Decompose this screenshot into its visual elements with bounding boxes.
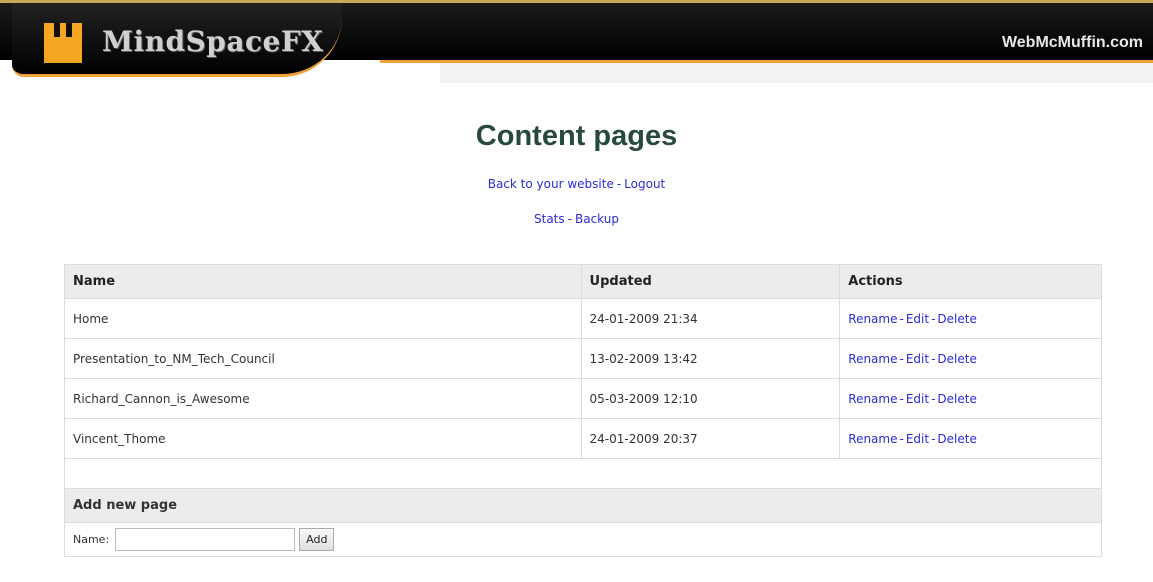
action-separator: - [899,431,904,446]
column-header-name: Name [64,264,582,299]
add-button[interactable]: Add [299,528,335,551]
action-separator: - [899,351,904,366]
page-name-cell: Vincent_Thome [64,418,582,459]
updated-cell: 13-02-2009 13:42 [580,338,841,379]
page-name-cell: Home [64,298,582,339]
delete-link[interactable]: Delete [937,352,976,366]
delete-link[interactable]: Delete [937,432,976,446]
rename-link[interactable]: Rename [848,392,897,406]
updated-cell: 24-01-2009 20:37 [580,418,841,459]
back-to-website-link[interactable]: Back to your website [488,177,614,191]
nav-links-primary: Back to your website - Logout [0,177,1153,191]
action-separator: - [899,311,904,326]
column-header-actions: Actions [839,264,1102,299]
updated-cell: 05-03-2009 12:10 [580,378,841,419]
name-label: Name: [73,533,110,546]
logo-text: MindSpaceFX [102,25,324,58]
nav-separator: - [616,177,622,191]
spacer-row [64,458,1102,489]
page-name-input[interactable] [115,528,296,551]
stats-link[interactable]: Stats [534,212,565,226]
delete-link[interactable]: Delete [937,312,976,326]
add-page-form-row: Name: Add [64,522,1102,557]
actions-cell: Rename - Edit - Delete [839,418,1102,459]
logo-tab[interactable]: MindSpaceFX [12,3,342,77]
edit-link[interactable]: Edit [906,312,929,326]
logout-link[interactable]: Logout [624,177,665,191]
rename-link[interactable]: Rename [848,312,897,326]
delete-link[interactable]: Delete [937,392,976,406]
add-page-heading: Add new page [64,488,1102,523]
table-row: Presentation_to_NM_Tech_Council 13-02-20… [64,338,1102,379]
add-page-form: Name: Add [64,522,1102,557]
action-separator: - [899,391,904,406]
content-pages-table: Name Updated Actions Home 24-01-2009 21:… [64,264,1102,557]
site-link[interactable]: WebMcMuffin.com [1002,34,1143,52]
page-name-cell: Presentation_to_NM_Tech_Council [64,338,582,379]
logo-icon [44,23,82,63]
edit-link[interactable]: Edit [906,352,929,366]
rename-link[interactable]: Rename [848,432,897,446]
column-header-updated: Updated [580,264,841,299]
edit-link[interactable]: Edit [906,432,929,446]
edit-link[interactable]: Edit [906,392,929,406]
header-strip [440,63,1153,83]
spacer-cell [64,458,1102,489]
rename-link[interactable]: Rename [848,352,897,366]
table-row: Richard_Cannon_is_Awesome 05-03-2009 12:… [64,378,1102,419]
page-title: Content pages [475,120,678,152]
table-header-row: Name Updated Actions [64,264,1102,299]
nav-separator: - [567,212,572,226]
page-name-cell: Richard_Cannon_is_Awesome [64,378,582,419]
table-row: Home 24-01-2009 21:34 Rename - Edit - Delete [64,298,1102,339]
backup-link[interactable]: Backup [575,212,619,226]
actions-cell: Rename - Edit - Delete [839,338,1102,379]
add-page-header-row: Add new page [64,488,1102,523]
updated-cell: 24-01-2009 21:34 [580,298,841,339]
table-row: Vincent_Thome 24-01-2009 20:37 Rename - Ed… [64,418,1102,459]
actions-cell: Rename - Edit - Delete [839,298,1102,339]
nav-links-secondary: Stats - Backup [0,212,1153,226]
actions-cell: Rename - Edit - Delete [839,378,1102,419]
top-header: MindSpaceFX WebMcMuffin.com [0,0,1153,83]
